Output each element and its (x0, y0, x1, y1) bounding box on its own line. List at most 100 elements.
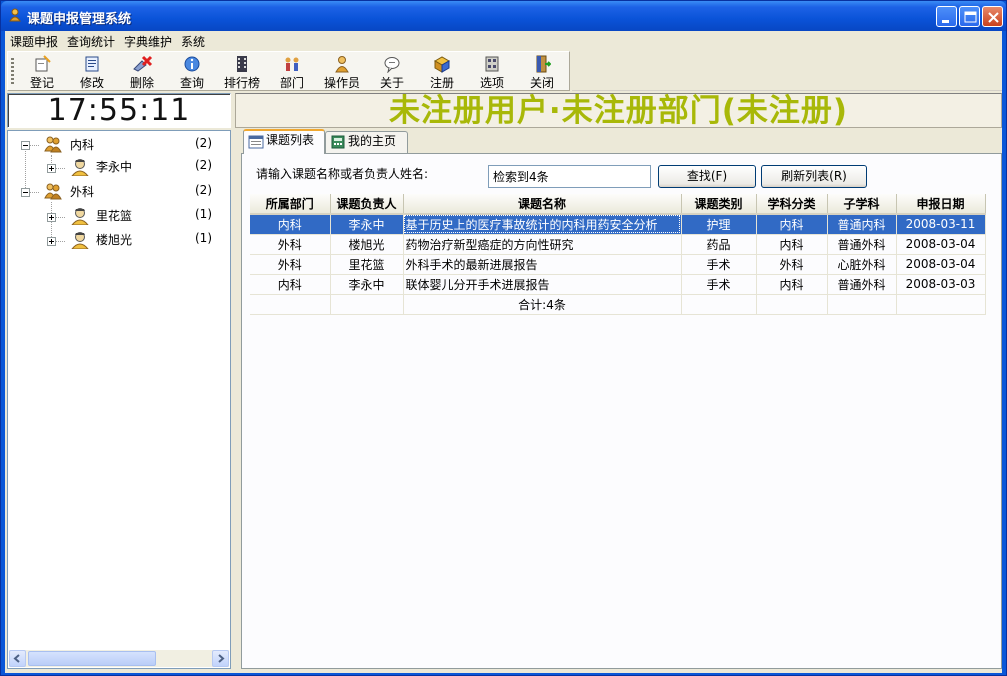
find-button[interactable]: 查找(F) (658, 165, 756, 188)
toolbar-grip[interactable] (11, 58, 14, 86)
register-product-button[interactable]: 注册 (420, 54, 464, 90)
operator-icon (335, 56, 349, 73)
column-header[interactable]: 课题类别 (681, 194, 757, 215)
app-icon (9, 8, 21, 22)
table-cell[interactable]: 药物治疗新型癌症的方向性研究 (403, 234, 682, 255)
banner-panel: 未注册用户·未注册部门(未注册) (235, 93, 1002, 128)
table-cell[interactable]: 2008-03-04 (896, 254, 986, 275)
table-cell[interactable]: 内科 (250, 214, 331, 235)
tree-expand-toggle[interactable] (47, 237, 56, 246)
edit-label: 修改 (79, 76, 104, 90)
menu-system[interactable]: 系统 (181, 33, 205, 50)
minimize-button[interactable] (936, 6, 957, 27)
scroll-right-button[interactable] (212, 650, 229, 667)
table-cell[interactable]: 药品 (681, 234, 757, 255)
column-header[interactable]: 学科分类 (756, 194, 828, 215)
table-cell[interactable]: 联体婴儿分开手术进展报告 (403, 274, 682, 295)
table-cell[interactable]: 内科 (756, 214, 828, 235)
column-header[interactable]: 子学科 (827, 194, 897, 215)
panel-splitter[interactable] (233, 130, 240, 669)
menu-dictionary[interactable]: 字典维护 (124, 33, 172, 50)
tree-connector (25, 145, 26, 192)
search-input[interactable] (488, 165, 651, 188)
minimize-icon (942, 20, 949, 23)
tree-node-dept-surgery[interactable]: 外科 (2) (44, 182, 230, 204)
table-row[interactable]: 外科 楼旭光 药物治疗新型癌症的方向性研究 药品 内科 普通外科 2008-03… (250, 234, 986, 255)
table-row[interactable]: 内科 李永中 基于历史上的医疗事故统计的内科用药安全分析 护理 内科 普通内科 … (250, 214, 986, 235)
edit-icon (85, 56, 99, 72)
delete-label: 删除 (129, 76, 154, 90)
ranking-button[interactable]: 排行榜 (220, 54, 264, 90)
table-cell[interactable]: 内科 (756, 274, 828, 295)
department-button[interactable]: 部门 (270, 54, 314, 90)
tree-collapse-toggle[interactable] (21, 188, 30, 197)
menu-project-apply[interactable]: 课题申报 (10, 33, 58, 50)
options-button[interactable]: 选项 (470, 54, 514, 90)
user-department-banner: 未注册用户·未注册部门(未注册) (388, 93, 849, 129)
table-cell[interactable]: 手术 (681, 274, 757, 295)
table-row[interactable]: 内科 李永中 联体婴儿分开手术进展报告 手术 内科 普通外科 2008-03-0… (250, 274, 986, 295)
table-cell[interactable]: 外科 (250, 234, 331, 255)
total-count: 合计:4条 (403, 294, 682, 315)
close-window-button[interactable] (982, 6, 1003, 27)
table-cell[interactable]: 外科手术的最新进展报告 (403, 254, 682, 275)
exit-button[interactable]: 关闭 (520, 54, 564, 90)
column-header[interactable]: 课题名称 (403, 194, 682, 215)
table-cell[interactable]: 普通外科 (827, 234, 897, 255)
tree-node-person[interactable]: 里花篮 (1) (70, 206, 230, 228)
column-header[interactable]: 申报日期 (896, 194, 986, 215)
table-cell[interactable]: 2008-03-11 (896, 214, 986, 235)
table-cell[interactable]: 2008-03-03 (896, 274, 986, 295)
table-cell (250, 294, 331, 315)
tree-expand-toggle[interactable] (47, 164, 56, 173)
register-button[interactable]: 登记 (20, 54, 64, 90)
table-cell[interactable]: 普通外科 (827, 274, 897, 295)
maximize-button[interactable] (959, 6, 980, 27)
table-cell[interactable]: 外科 (250, 254, 331, 275)
table-cell[interactable]: 楼旭光 (330, 234, 404, 255)
table-row[interactable]: 外科 里花篮 外科手术的最新进展报告 手术 外科 心脏外科 2008-03-04 (250, 254, 986, 275)
tree-node-person[interactable]: 楼旭光 (1) (70, 230, 230, 252)
operator-label: 操作员 (323, 76, 360, 90)
column-header[interactable]: 课题负责人 (330, 194, 404, 215)
table-cell[interactable]: 普通内科 (827, 214, 897, 235)
table-cell[interactable]: 里花篮 (330, 254, 404, 275)
tree-node-count: (2) (195, 183, 212, 197)
window-title: 课题申报管理系统 (27, 12, 132, 27)
tree-node-person[interactable]: 李永中 (2) (70, 157, 230, 179)
table-cell[interactable]: 基于历史上的医疗事故统计的内科用药安全分析 (403, 214, 682, 235)
edit-button[interactable]: 修改 (70, 54, 114, 90)
about-button[interactable]: 关于 (370, 54, 414, 90)
tab-project-list[interactable]: 课题列表 (243, 129, 325, 154)
list-icon (248, 135, 264, 149)
query-label: 查询 (179, 76, 204, 90)
table-cell[interactable]: 李永中 (330, 274, 404, 295)
tree-collapse-toggle[interactable] (21, 141, 30, 150)
tree-expand-toggle[interactable] (47, 213, 56, 222)
department-icon (44, 183, 62, 200)
menu-query-stats[interactable]: 查询统计 (67, 33, 115, 50)
table-cell[interactable]: 李永中 (330, 214, 404, 235)
scroll-thumb[interactable] (28, 651, 156, 666)
main-window: 课题申报管理系统 课题申报 查询统计 字典维护 系统 登记 修改 删除 查询 排… (0, 0, 1007, 676)
delete-button[interactable]: 删除 (120, 54, 164, 90)
table-cell[interactable]: 内科 (250, 274, 331, 295)
tree-horizontal-scrollbar[interactable] (9, 650, 229, 667)
table-cell[interactable]: 外科 (756, 254, 828, 275)
tree-node-dept-internal[interactable]: 内科 (2) (44, 135, 230, 157)
table-cell[interactable]: 手术 (681, 254, 757, 275)
table-cell[interactable]: 心脏外科 (827, 254, 897, 275)
tab-my-homepage[interactable]: 我的主页 (325, 131, 408, 153)
scroll-left-button[interactable] (9, 650, 26, 667)
operator-button[interactable]: 操作员 (320, 54, 364, 90)
table-cell[interactable]: 2008-03-04 (896, 234, 986, 255)
chevron-right-icon (218, 654, 225, 663)
column-header[interactable]: 所属部门 (250, 194, 331, 215)
refresh-list-button[interactable]: 刷新列表(R) (761, 165, 867, 188)
menu-bar: 课题申报 查询统计 字典维护 系统 (5, 31, 1002, 50)
title-bar[interactable]: 课题申报管理系统 (1, 1, 1006, 31)
table-cell (896, 294, 986, 315)
query-button[interactable]: 查询 (170, 54, 214, 90)
table-cell[interactable]: 内科 (756, 234, 828, 255)
table-cell[interactable]: 护理 (681, 214, 757, 235)
